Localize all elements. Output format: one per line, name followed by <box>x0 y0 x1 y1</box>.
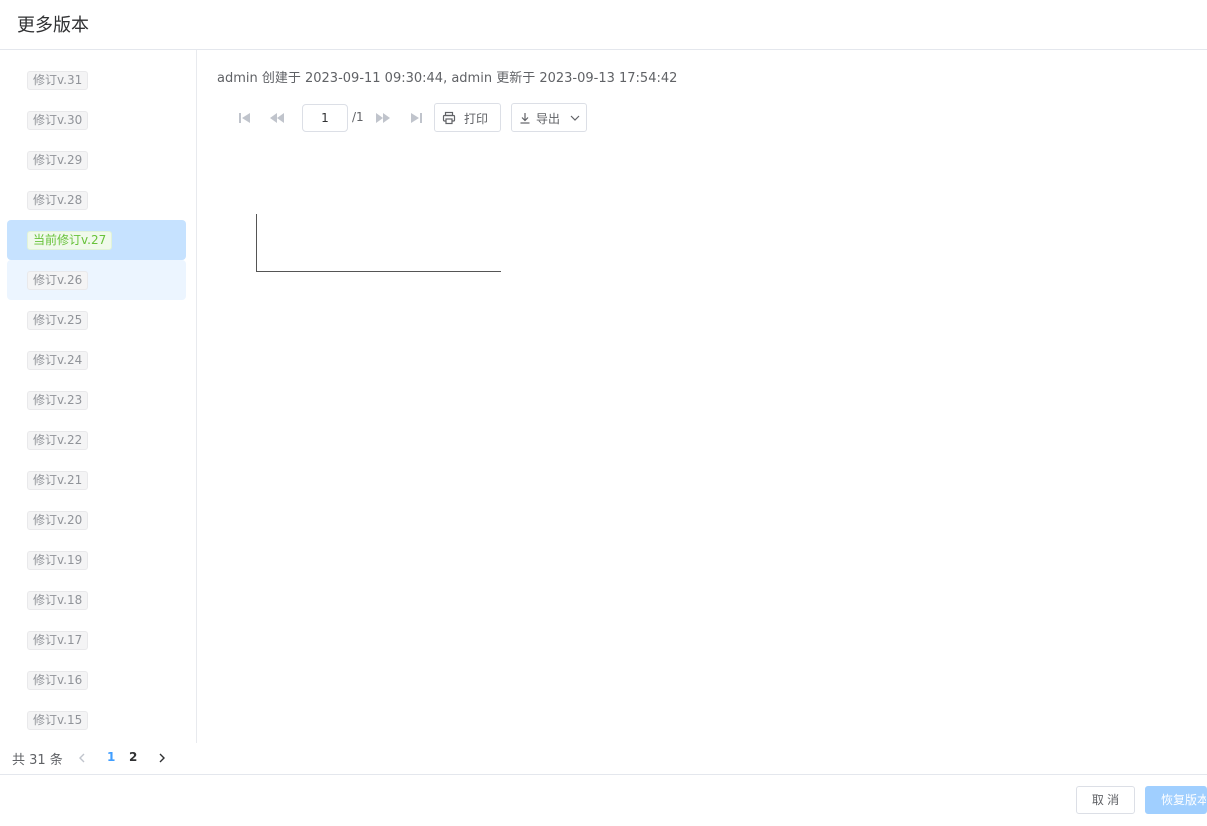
version-tag: 修订v.29 <box>27 151 89 170</box>
version-tag: 修订v.15 <box>27 711 89 730</box>
version-meta-info: admin 创建于 2023-09-11 09:30:44, admin 更新于… <box>217 71 678 86</box>
current-version-tag: 当前修订v.27 <box>27 231 113 250</box>
version-item[interactable]: 修订v.22 <box>7 420 186 460</box>
version-item[interactable]: 修订v.28 <box>7 180 186 220</box>
cancel-button[interactable]: 取 消 <box>1076 786 1135 814</box>
version-item[interactable]: 修订v.21 <box>7 460 186 500</box>
version-item[interactable]: 修订v.23 <box>7 380 186 420</box>
pagination-page-1[interactable]: 1 <box>107 750 115 764</box>
version-item[interactable]: 修订v.17 <box>7 620 186 660</box>
prev-page-icon[interactable] <box>268 109 286 127</box>
version-tag: 修订v.17 <box>27 631 89 650</box>
page-total: /1 <box>352 110 364 124</box>
export-dropdown-button[interactable]: 导出 <box>511 103 587 132</box>
version-tag: 修订v.22 <box>27 431 89 450</box>
pagination-page-2[interactable]: 2 <box>129 750 137 764</box>
next-page-arrow-icon[interactable] <box>155 751 169 765</box>
version-tag: 修订v.16 <box>27 671 89 690</box>
version-tag: 修订v.31 <box>27 71 89 90</box>
last-page-icon[interactable] <box>407 109 425 127</box>
version-item[interactable]: 修订v.31 <box>7 60 186 100</box>
version-item[interactable]: 修订v.25 <box>7 300 186 340</box>
version-tag: 修订v.30 <box>27 111 89 130</box>
version-tag: 修订v.25 <box>27 311 89 330</box>
version-item[interactable]: 修订v.26 <box>7 260 186 300</box>
print-label: 打印 <box>464 112 489 126</box>
version-item[interactable]: 修订v.18 <box>7 580 186 620</box>
next-page-icon[interactable] <box>374 109 392 127</box>
version-item[interactable]: 修订v.16 <box>7 660 186 700</box>
restore-version-button[interactable]: 恢复版本 <box>1145 786 1207 814</box>
page-number-input[interactable] <box>302 104 348 132</box>
version-tag: 修订v.21 <box>27 471 89 490</box>
version-tag: 修订v.28 <box>27 191 89 210</box>
first-page-icon[interactable] <box>236 109 254 127</box>
version-item[interactable]: 修订v.24 <box>7 340 186 380</box>
version-item[interactable]: 修订v.19 <box>7 540 186 580</box>
prev-page-arrow-icon[interactable] <box>75 751 89 765</box>
dialog-footer: 取 消 恢复版本 <box>0 774 1207 826</box>
version-tag: 修订v.26 <box>27 271 89 290</box>
dialog-title: 更多版本 <box>17 15 89 36</box>
version-tag: 修订v.18 <box>27 591 89 610</box>
version-item-current[interactable]: 当前修订v.27 <box>7 220 186 260</box>
print-button[interactable]: 打印 <box>434 103 501 132</box>
download-icon <box>518 111 532 125</box>
version-list: 修订v.31 修订v.30 修订v.29 修订v.28 当前修订v.27 修订v… <box>0 50 197 743</box>
version-item[interactable]: 修订v.15 <box>7 700 186 740</box>
chevron-down-icon <box>568 111 582 125</box>
version-tag: 修订v.19 <box>27 551 89 570</box>
report-border-left <box>256 214 257 272</box>
version-item[interactable]: 修订v.30 <box>7 100 186 140</box>
version-item[interactable]: 修订v.20 <box>7 500 186 540</box>
version-item[interactable]: 修订v.29 <box>7 140 186 180</box>
pagination-total: 共 31 条 <box>12 753 63 768</box>
version-tag: 修订v.23 <box>27 391 89 410</box>
dialog-header: 更多版本 <box>0 0 1207 50</box>
version-pagination: 共 31 条 1 2 <box>0 743 228 774</box>
version-tag: 修订v.24 <box>27 351 89 370</box>
report-toolbar: /1 打印 导出 <box>217 103 617 133</box>
printer-icon <box>442 111 456 125</box>
export-label: 导出 <box>536 112 561 126</box>
version-tag: 修订v.20 <box>27 511 89 530</box>
report-border-bottom <box>256 271 501 272</box>
